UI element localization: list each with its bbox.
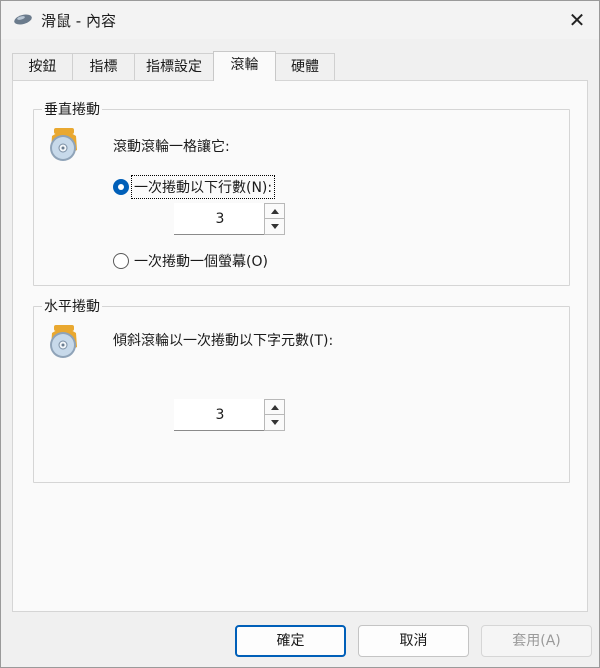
horizontal-scrolling-legend: 水平捲動 — [42, 296, 102, 316]
tab-label: 硬體 — [291, 59, 319, 75]
chars-input[interactable]: 3 — [174, 399, 266, 431]
wheel-icon — [50, 128, 77, 161]
tab-pointers[interactable]: 指標 — [72, 53, 135, 80]
vertical-scrolling-group: 垂直捲動 滾動滾輪一格讓它: 一次捲動以下行數(N): 3 一次捲動一個螢幕(O… — [33, 99, 570, 286]
scroll-screen-radio[interactable]: 一次捲動一個螢幕(O) — [113, 250, 270, 272]
chevron-up-icon — [270, 404, 279, 410]
chevron-down-icon — [270, 224, 279, 229]
lines-spinner[interactable]: 3 — [174, 203, 286, 235]
tab-buttons[interactable]: 按鈕 — [12, 53, 73, 80]
lines-spin-buttons — [264, 203, 285, 235]
scroll-screen-label: 一次捲動一個螢幕(O) — [134, 254, 268, 270]
cancel-button[interactable]: 取消 — [358, 625, 469, 657]
chevron-down-icon — [270, 420, 279, 425]
radio-button-checked[interactable] — [113, 179, 129, 195]
apply-button[interactable]: 套用(A) — [481, 625, 592, 657]
horizontal-prompt: 傾斜滾輪以一次捲動以下字元數(T): — [113, 333, 334, 349]
vertical-prompt: 滾動滾輪一格讓它: — [113, 139, 230, 155]
tilt-wheel-icon — [50, 325, 77, 358]
tab-label: 指標 — [89, 59, 118, 75]
chevron-up-icon — [270, 208, 279, 214]
window-title: 滑鼠 - 內容 — [41, 12, 116, 30]
tab-hardware[interactable]: 硬體 — [275, 53, 335, 80]
horizontal-scrolling-group: 水平捲動 傾斜滾輪以一次捲動以下字元數(T): 3 — [33, 296, 570, 483]
decrement-button[interactable] — [265, 415, 284, 430]
tab-label: 指標設定 — [146, 59, 202, 75]
vertical-scrolling-legend: 垂直捲動 — [42, 99, 102, 119]
chars-spin-buttons — [264, 399, 285, 431]
mouse-icon — [14, 14, 32, 25]
mouse-properties-dialog: 滑鼠 - 內容 ✕ 按鈕 指標 指標設定 滾輪 硬體 垂直捲動 滾動滾輪一格讓它… — [0, 0, 600, 668]
scroll-lines-label: 一次捲動以下行數(N): — [130, 175, 276, 199]
close-button[interactable]: ✕ — [557, 5, 597, 35]
scroll-lines-radio[interactable]: 一次捲動以下行數(N): — [113, 175, 276, 199]
wheel-tab-panel: 垂直捲動 滾動滾輪一格讓它: 一次捲動以下行數(N): 3 一次捲動一個螢幕(O… — [12, 80, 588, 612]
decrement-button[interactable] — [265, 219, 284, 234]
tab-label: 滾輪 — [230, 57, 259, 73]
chars-spinner[interactable]: 3 — [174, 399, 286, 431]
radio-button-unchecked[interactable] — [113, 253, 129, 269]
increment-button[interactable] — [265, 400, 284, 415]
close-icon: ✕ — [568, 8, 586, 32]
tab-pointer-options[interactable]: 指標設定 — [134, 53, 214, 80]
ok-button[interactable]: 確定 — [235, 625, 346, 657]
increment-button[interactable] — [265, 204, 284, 219]
lines-input[interactable]: 3 — [174, 203, 266, 235]
tab-wheel[interactable]: 滾輪 — [213, 51, 276, 81]
title-bar: 滑鼠 - 內容 ✕ — [1, 1, 599, 39]
tab-label: 按鈕 — [28, 59, 57, 75]
